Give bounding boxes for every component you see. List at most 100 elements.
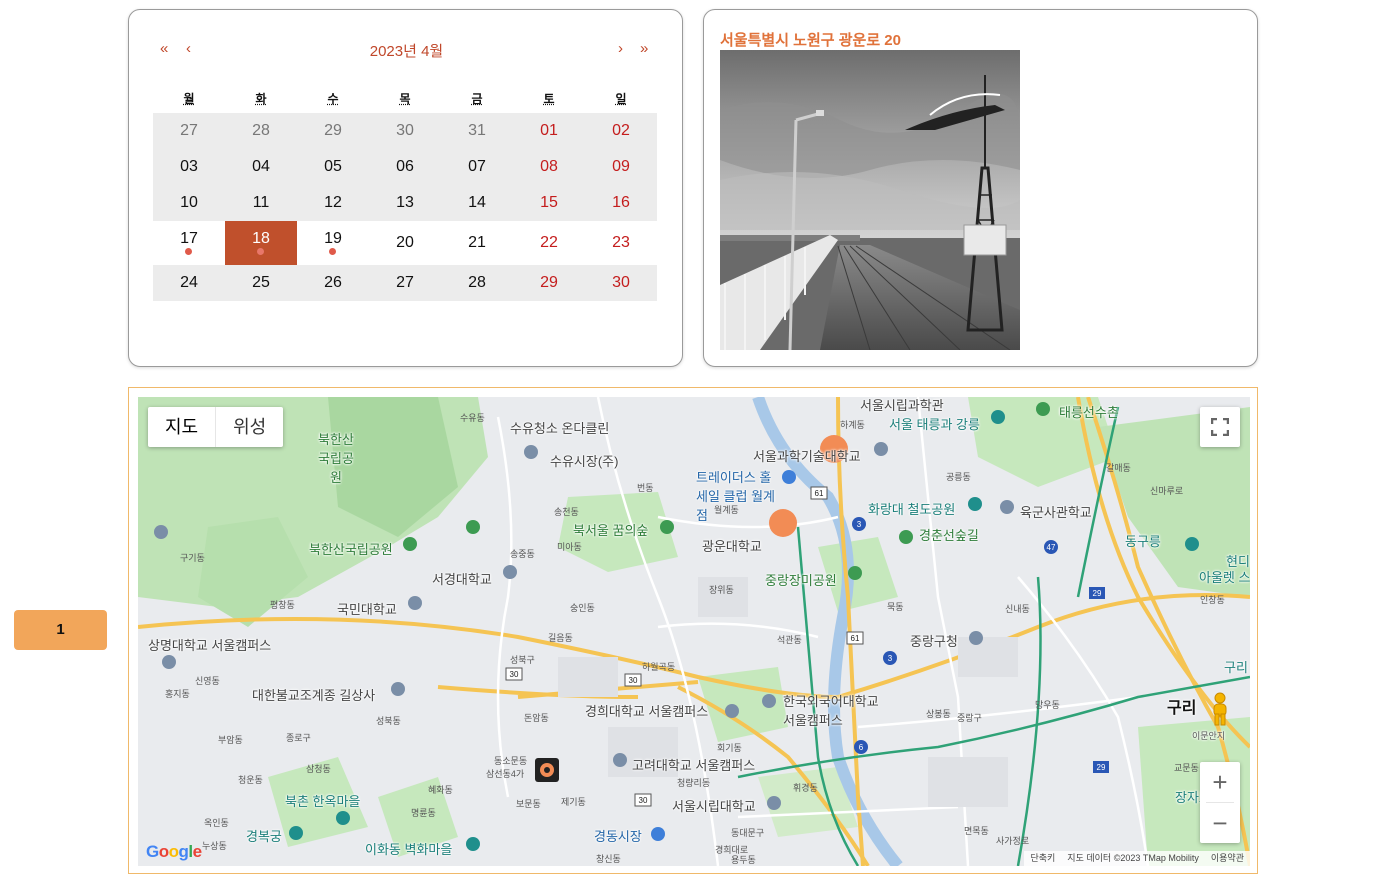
calendar-day-number: 28 (468, 274, 486, 291)
calendar-day-number: 27 (180, 122, 198, 139)
weekday-label: 화 (255, 92, 267, 106)
calendar-day[interactable]: 30 (585, 265, 657, 301)
calendar-day[interactable]: 10 (153, 185, 225, 221)
keyboard-shortcuts-link[interactable]: 단축키 (1030, 851, 1055, 866)
page-number-badge[interactable]: 1 (14, 610, 107, 650)
calendar-day[interactable]: 06 (369, 149, 441, 185)
map-type-control: 지도 위성 (148, 407, 284, 447)
terms-link[interactable]: 이용약관 (1211, 851, 1244, 866)
calendar-day[interactable]: 28 (225, 113, 297, 149)
calendar-day-number: 15 (540, 194, 558, 211)
calendar-day-number: 24 (180, 274, 198, 291)
calendar-day[interactable]: 19 (297, 221, 369, 265)
fullscreen-icon (1211, 418, 1229, 436)
calendar-day-number: 23 (612, 234, 630, 251)
calendar-day[interactable]: 24 (153, 265, 225, 301)
svg-text:6: 6 (859, 743, 864, 752)
calendar-day-number: 11 (252, 194, 270, 211)
calendar-day-number: 01 (540, 122, 558, 139)
calendar-day[interactable]: 11 (225, 185, 297, 221)
calendar-day[interactable]: 05 (297, 149, 369, 185)
calendar-day-number: 04 (252, 158, 270, 175)
next-year-button[interactable]: » (640, 40, 648, 57)
calendar-card: « ‹ 2023년 4월 › » 월 화 수 목 금 토 일 27 28 29 30 31 01 02 0… (128, 9, 683, 367)
event-dot (185, 248, 192, 255)
zoom-in-button[interactable]: + (1200, 762, 1240, 802)
calendar-day[interactable]: 04 (225, 149, 297, 185)
calendar-day-number: 29 (540, 274, 558, 291)
weekday-label: 월 (183, 92, 195, 106)
calendar-day[interactable]: 16 (585, 185, 657, 221)
next-month-button[interactable]: › (618, 40, 623, 57)
weekday-label: 수 (327, 92, 339, 106)
weekday-label: 일 (615, 92, 627, 106)
calendar-day[interactable]: 29 (297, 113, 369, 149)
calendar-day[interactable]: 09 (585, 149, 657, 185)
calendar-day[interactable]: 26 (297, 265, 369, 301)
calendar-day-number: 14 (468, 194, 486, 211)
zoom-control: + − (1200, 762, 1240, 843)
svg-text:61: 61 (851, 634, 860, 643)
calendar-day[interactable]: 22 (513, 221, 585, 265)
map-data-attribution: 지도 데이터 ©2023 TMap Mobility (1067, 853, 1199, 863)
calendar-day[interactable]: 30 (369, 113, 441, 149)
map-container: 61 61 3 3 47 6 30 30 30 29 29 수유청소 온다클린 … (128, 387, 1258, 874)
calendar-day[interactable]: 07 (441, 149, 513, 185)
calendar-day-number: 12 (324, 194, 342, 211)
weekday-label: 목 (399, 92, 411, 106)
fullscreen-button[interactable] (1200, 407, 1240, 447)
svg-text:30: 30 (629, 676, 638, 685)
svg-text:30: 30 (510, 670, 519, 679)
route-shield-61: 61 (815, 489, 824, 498)
calendar-day-number: 20 (396, 234, 414, 251)
calendar-day[interactable]: 20 (369, 221, 441, 265)
calendar-day[interactable]: 17 (153, 221, 225, 265)
photo-card: 서울특별시 노원구 광운로 20 (703, 9, 1258, 367)
calendar-day-number: 30 (396, 122, 414, 139)
map-type-satellite-button[interactable]: 위성 (216, 407, 283, 447)
calendar-day[interactable]: 13 (369, 185, 441, 221)
map-type-map-button[interactable]: 지도 (148, 407, 217, 447)
calendar-day[interactable]: 27 (153, 113, 225, 149)
calendar-day[interactable]: 01 (513, 113, 585, 149)
calendar-day[interactable]: 02 (585, 113, 657, 149)
prev-year-button[interactable]: « (160, 40, 168, 57)
pier-photo (720, 50, 1020, 350)
calendar-day-number: 19 (324, 230, 342, 247)
calendar-day[interactable]: 29 (513, 265, 585, 301)
svg-text:47: 47 (1047, 543, 1056, 552)
weekday-label: 금 (471, 92, 483, 106)
street-view-pegman[interactable] (1200, 689, 1240, 729)
calendar-day-number: 02 (612, 122, 630, 139)
calendar-day-number: 07 (468, 158, 486, 175)
calendar-day-number: 09 (612, 158, 630, 175)
calendar-day-number: 05 (324, 158, 342, 175)
calendar-day-number: 25 (252, 274, 270, 291)
prev-month-button[interactable]: ‹ (186, 40, 191, 57)
calendar-day-number: 06 (396, 158, 414, 175)
calendar-day[interactable]: 28 (441, 265, 513, 301)
calendar-day[interactable]: 15 (513, 185, 585, 221)
calendar-day[interactable]: 23 (585, 221, 657, 265)
calendar-day[interactable]: 27 (369, 265, 441, 301)
calendar-day-number: 27 (396, 274, 414, 291)
svg-text:3: 3 (888, 654, 893, 663)
event-dot (329, 248, 336, 255)
calendar-day-number: 21 (468, 234, 486, 251)
calendar-day-number: 13 (396, 194, 414, 211)
calendar-day[interactable]: 14 (441, 185, 513, 221)
google-logo: Google (146, 842, 202, 861)
calendar-day[interactable]: 25 (225, 265, 297, 301)
calendar-day[interactable]: 03 (153, 149, 225, 185)
map-canvas[interactable]: 61 61 3 3 47 6 30 30 30 29 29 수유청소 온다클린 … (138, 397, 1250, 866)
calendar-day[interactable]: 21 (441, 221, 513, 265)
svg-text:30: 30 (639, 796, 648, 805)
calendar-day[interactable]: 12 (297, 185, 369, 221)
calendar-day[interactable]: 08 (513, 149, 585, 185)
zoom-out-button[interactable]: − (1200, 803, 1240, 843)
calendar-day-number: 22 (540, 234, 558, 251)
calendar-day[interactable]: 18 (225, 221, 297, 265)
calendar-day[interactable]: 31 (441, 113, 513, 149)
calendar-day-number: 18 (252, 230, 270, 247)
calendar-month-title: 2023년 4월 (369, 43, 444, 60)
